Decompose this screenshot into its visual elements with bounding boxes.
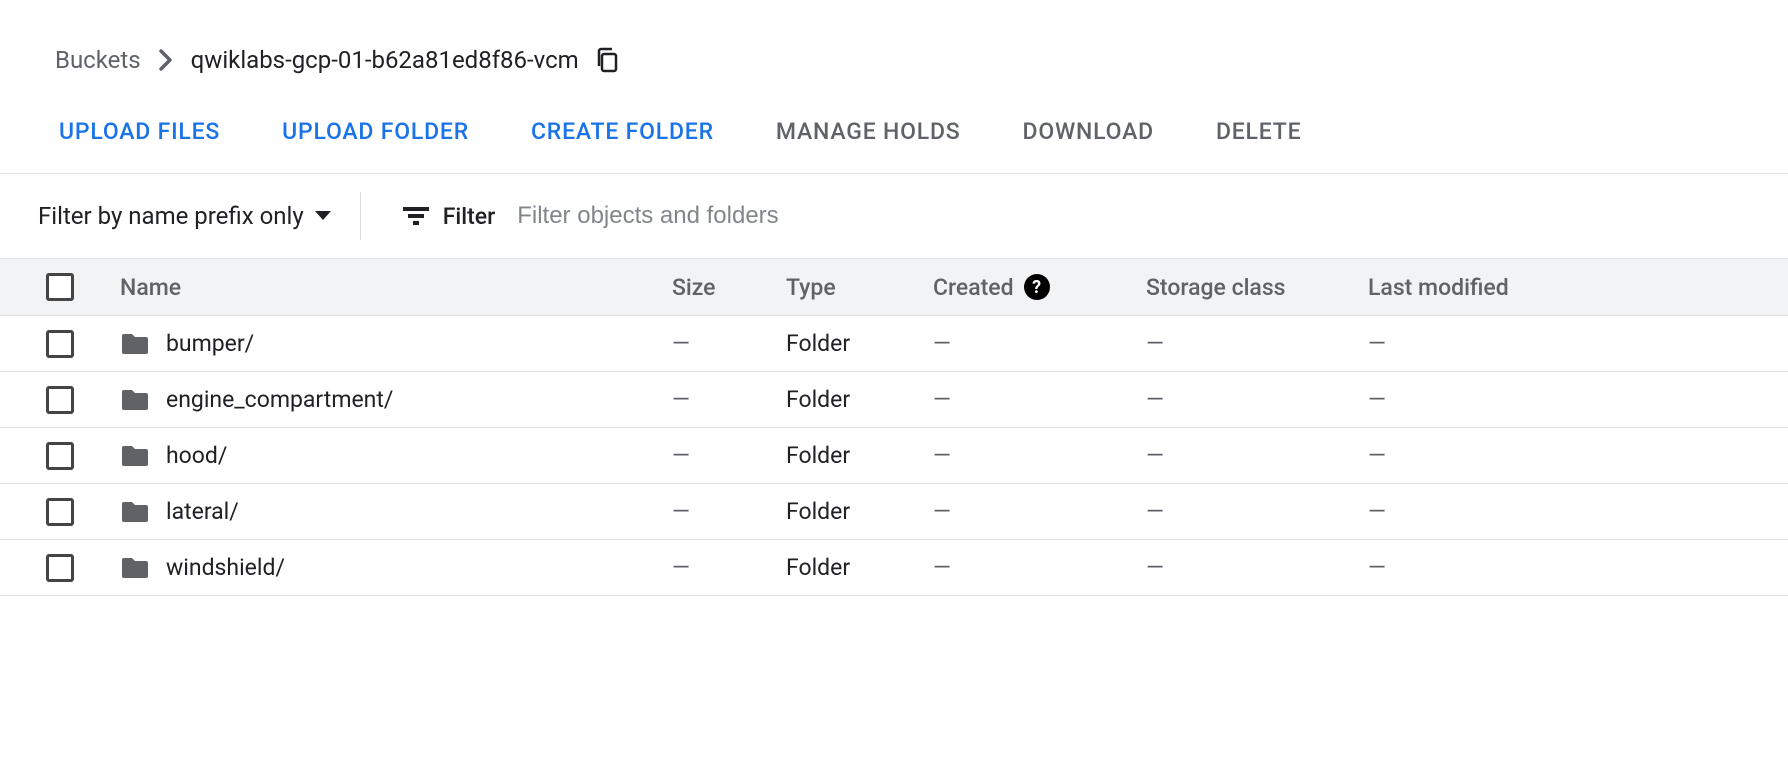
cell-size: —: [672, 330, 786, 357]
filter-bar: Filter by name prefix only Filter: [0, 174, 1788, 258]
object-name[interactable]: lateral/: [166, 498, 239, 525]
vertical-separator: [360, 192, 361, 240]
table-row: windshield/—Folder———: [0, 540, 1788, 596]
cell-storage: —: [1146, 442, 1368, 469]
delete-button[interactable]: DELETE: [1216, 118, 1301, 145]
upload-files-button[interactable]: UPLOAD FILES: [59, 118, 220, 145]
folder-icon: [120, 500, 150, 524]
row-checkbox[interactable]: [46, 386, 74, 414]
filter-mode-dropdown[interactable]: Filter by name prefix only: [38, 202, 360, 230]
filter-label: Filter: [443, 203, 496, 230]
cell-created: —: [933, 498, 1146, 525]
row-checkbox[interactable]: [46, 330, 74, 358]
column-header-storage[interactable]: Storage class: [1146, 274, 1368, 301]
breadcrumb-current: qwiklabs-gcp-01-b62a81ed8f86-vcm: [191, 46, 579, 74]
cell-type: Folder: [786, 498, 933, 525]
column-header-created[interactable]: Created ?: [933, 274, 1146, 301]
cell-created: —: [933, 330, 1146, 357]
object-name[interactable]: bumper/: [166, 330, 254, 357]
column-header-name[interactable]: Name: [120, 274, 672, 301]
cell-size: —: [672, 554, 786, 581]
table-row: lateral/—Folder———: [0, 484, 1788, 540]
cell-modified: —: [1368, 554, 1788, 581]
column-header-size[interactable]: Size: [672, 274, 786, 301]
cell-storage: —: [1146, 554, 1368, 581]
chevron-right-icon: [159, 49, 173, 71]
download-button[interactable]: DOWNLOAD: [1023, 118, 1154, 145]
copy-icon[interactable]: [595, 47, 619, 73]
cell-type: Folder: [786, 386, 933, 413]
caret-down-icon: [314, 210, 332, 222]
cell-type: Folder: [786, 442, 933, 469]
cell-size: —: [672, 442, 786, 469]
breadcrumb-root[interactable]: Buckets: [55, 46, 141, 74]
cell-type: Folder: [786, 330, 933, 357]
cell-storage: —: [1146, 386, 1368, 413]
filter-mode-label: Filter by name prefix only: [38, 202, 304, 230]
help-icon[interactable]: ?: [1024, 274, 1050, 300]
cell-type: Folder: [786, 554, 933, 581]
object-name[interactable]: windshield/: [166, 554, 285, 581]
cell-size: —: [672, 386, 786, 413]
object-name[interactable]: engine_compartment/: [166, 386, 393, 413]
row-checkbox[interactable]: [46, 498, 74, 526]
filter-icon: [403, 206, 429, 226]
folder-icon: [120, 444, 150, 468]
table-row: bumper/—Folder———: [0, 316, 1788, 372]
cell-size: —: [672, 498, 786, 525]
table-header: Name Size Type Created ? Storage class L…: [0, 258, 1788, 316]
cell-modified: —: [1368, 498, 1788, 525]
cell-modified: —: [1368, 330, 1788, 357]
cell-storage: —: [1146, 498, 1368, 525]
table-row: hood/—Folder———: [0, 428, 1788, 484]
upload-folder-button[interactable]: UPLOAD FOLDER: [282, 118, 469, 145]
cell-created: —: [933, 386, 1146, 413]
filter-input[interactable]: [517, 202, 1017, 230]
cell-modified: —: [1368, 442, 1788, 469]
column-header-modified[interactable]: Last modified: [1368, 274, 1788, 301]
cell-storage: —: [1146, 330, 1368, 357]
create-folder-button[interactable]: CREATE FOLDER: [531, 118, 714, 145]
manage-holds-button[interactable]: MANAGE HOLDS: [776, 118, 961, 145]
select-all-checkbox[interactable]: [46, 273, 74, 301]
table-row: engine_compartment/—Folder———: [0, 372, 1788, 428]
object-name[interactable]: hood/: [166, 442, 227, 469]
folder-icon: [120, 556, 150, 580]
toolbar: UPLOAD FILES UPLOAD FOLDER CREATE FOLDER…: [0, 118, 1788, 145]
column-header-type[interactable]: Type: [786, 274, 933, 301]
folder-icon: [120, 388, 150, 412]
breadcrumb: Buckets qwiklabs-gcp-01-b62a81ed8f86-vcm: [0, 46, 1788, 74]
cell-created: —: [933, 442, 1146, 469]
row-checkbox[interactable]: [46, 554, 74, 582]
row-checkbox[interactable]: [46, 442, 74, 470]
objects-table: Name Size Type Created ? Storage class L…: [0, 258, 1788, 596]
cell-created: —: [933, 554, 1146, 581]
folder-icon: [120, 332, 150, 356]
cell-modified: —: [1368, 386, 1788, 413]
